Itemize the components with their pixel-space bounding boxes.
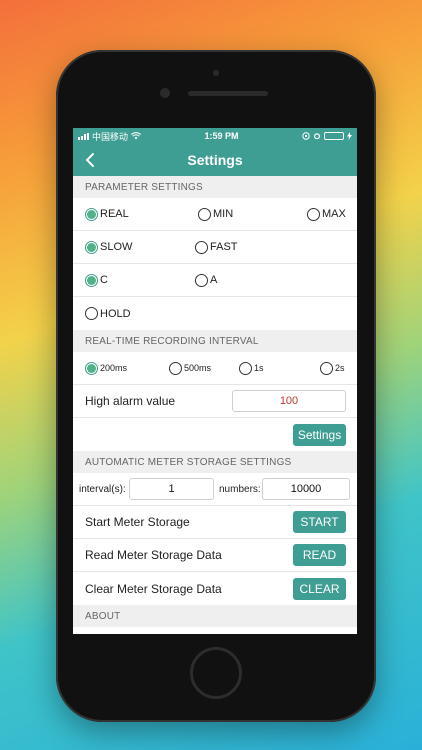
radio-indicator <box>85 273 98 287</box>
earpiece-speaker <box>188 91 268 96</box>
radio-2s[interactable]: 2s <box>320 352 345 384</box>
charging-icon <box>347 132 352 140</box>
home-button[interactable] <box>190 647 242 699</box>
parameter-row-coupling: C A <box>73 264 357 297</box>
wifi-icon <box>131 132 142 140</box>
high-alarm-row: High alarm value 100 <box>73 385 357 418</box>
battery-icon <box>324 132 344 140</box>
section-header-parameter: PARAMETER SETTINGS <box>73 176 357 198</box>
radio-label: MIN <box>213 208 234 220</box>
settings-button-row: Settings <box>73 418 357 451</box>
radio-200ms[interactable]: 200ms <box>85 352 127 384</box>
radio-500ms[interactable]: 500ms <box>169 352 211 384</box>
radio-label: 500ms <box>184 363 212 373</box>
parameter-row-speed: SLOW FAST <box>73 231 357 264</box>
front-sensor <box>213 70 219 76</box>
radio-indicator <box>307 207 320 221</box>
clear-storage-row: Clear Meter Storage Data CLEAR <box>73 572 357 605</box>
section-header-recording: REAL-TIME RECORDING INTERVAL <box>73 330 357 352</box>
parameter-row-hold: HOLD <box>73 297 357 330</box>
radio-indicator <box>195 273 208 287</box>
radio-fast[interactable]: FAST <box>195 231 238 263</box>
navigation-bar: Settings <box>73 144 357 176</box>
section-header-about: ABOUT <box>73 605 357 627</box>
read-storage-label: Read Meter Storage Data <box>85 548 222 562</box>
orientation-lock-icon <box>302 132 310 140</box>
high-alarm-input[interactable]: 100 <box>232 390 346 412</box>
start-button[interactable]: START <box>293 511 346 533</box>
radio-label: 200ms <box>100 363 128 373</box>
status-bar: 中国移动 1:59 PM <box>73 128 357 144</box>
recording-interval-row: 200ms 500ms 1s 2s <box>73 352 357 385</box>
radio-c[interactable]: C <box>85 264 108 296</box>
storage-params-row: interval(s): 1 numbers: 10000 <box>73 473 357 506</box>
high-alarm-label: High alarm value <box>85 394 176 408</box>
radio-indicator <box>85 361 98 375</box>
status-time: 1:59 PM <box>204 131 239 141</box>
settings-button[interactable]: Settings <box>293 423 346 446</box>
app-screen: 中国移动 1:59 PM Settings PARAMETER SETTINGS… <box>73 128 357 634</box>
radio-label: REAL <box>100 208 129 220</box>
radio-indicator <box>320 361 333 375</box>
section-header-storage: AUTOMATIC METER STORAGE SETTINGS <box>73 451 357 473</box>
phone-frame: 中国移动 1:59 PM Settings PARAMETER SETTINGS… <box>56 50 376 722</box>
radio-hold[interactable]: HOLD <box>85 297 131 330</box>
radio-label: FAST <box>210 241 238 253</box>
numbers-label: numbers: <box>219 483 261 495</box>
radio-indicator <box>239 361 252 375</box>
alarm-icon <box>314 133 320 140</box>
clear-button[interactable]: CLEAR <box>293 577 346 600</box>
radio-1s[interactable]: 1s <box>239 352 264 384</box>
radio-real[interactable]: REAL <box>85 198 129 230</box>
interval-input[interactable]: 1 <box>129 478 214 500</box>
radio-min[interactable]: MIN <box>198 198 233 230</box>
numbers-input[interactable]: 10000 <box>262 478 350 500</box>
radio-label: 2s <box>335 363 345 373</box>
radio-slow[interactable]: SLOW <box>85 231 132 263</box>
carrier-name: 中国移动 <box>92 131 129 142</box>
back-chevron-icon[interactable] <box>83 151 99 169</box>
radio-label: SLOW <box>100 241 133 253</box>
radio-a[interactable]: A <box>195 264 217 296</box>
radio-indicator <box>195 240 208 254</box>
radio-indicator <box>169 361 182 375</box>
radio-label: A <box>210 274 218 286</box>
read-storage-row: Read Meter Storage Data READ <box>73 539 357 572</box>
radio-indicator <box>85 207 98 221</box>
start-storage-label: Start Meter Storage <box>85 515 190 529</box>
signal-icon <box>78 132 89 140</box>
radio-max[interactable]: MAX <box>307 198 346 230</box>
radio-label: HOLD <box>100 307 131 320</box>
read-button[interactable]: READ <box>293 544 346 566</box>
radio-indicator <box>85 307 98 320</box>
parameter-row-mode: REAL MIN MAX <box>73 198 357 231</box>
start-storage-row: Start Meter Storage START <box>73 506 357 539</box>
clear-storage-label: Clear Meter Storage Data <box>85 581 222 596</box>
interval-label: interval(s): <box>79 483 126 495</box>
radio-label: C <box>100 274 108 286</box>
radio-label: MAX <box>322 208 346 220</box>
radio-indicator <box>85 240 98 254</box>
front-camera <box>160 88 170 98</box>
radio-label: 1s <box>254 363 264 373</box>
radio-indicator <box>198 207 211 221</box>
page-title: Settings <box>187 152 243 168</box>
